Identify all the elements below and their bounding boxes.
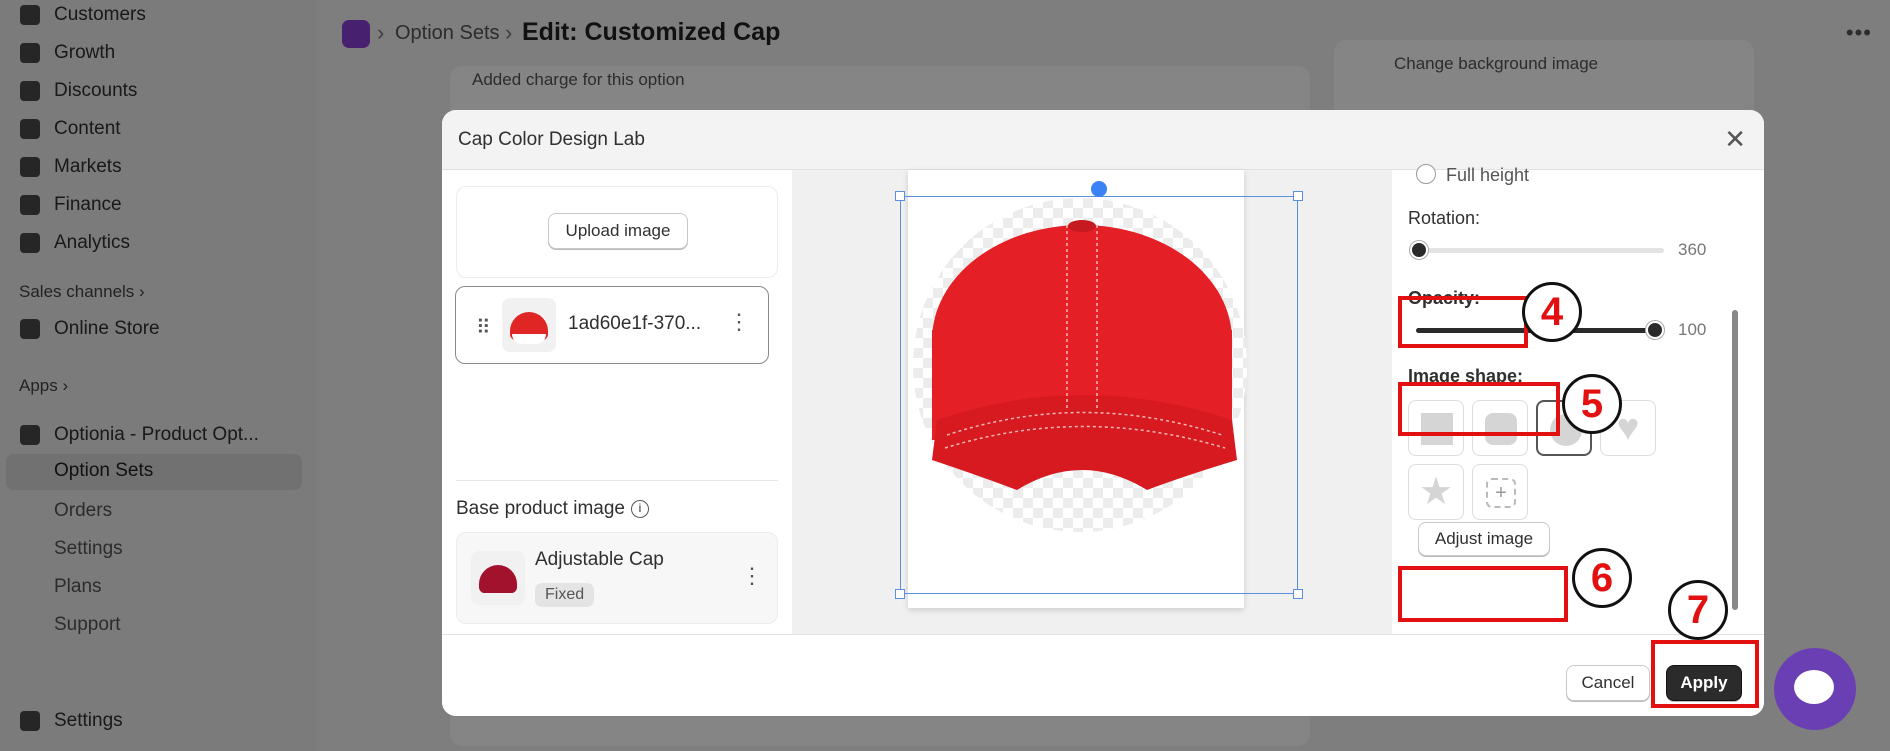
resize-handle[interactable] [895, 589, 905, 599]
opacity-value: 100 [1678, 320, 1707, 339]
annotation-box-shape [1398, 382, 1560, 436]
annotation-number: 6 [1572, 548, 1632, 608]
base-product-heading: Base product image i [456, 498, 649, 520]
drag-handle-icon[interactable]: ⠿ [476, 315, 491, 340]
layer-thumbnail [502, 298, 556, 352]
fixed-badge: Fixed [535, 583, 595, 607]
upload-area: Upload image [456, 186, 778, 278]
modal-title: Cap Color Design Lab [458, 129, 645, 150]
base-product-card[interactable]: Adjustable Cap Fixed ⋮ [456, 532, 778, 624]
chat-bubble-icon[interactable] [1774, 648, 1856, 730]
shape-custom[interactable]: + [1472, 464, 1528, 520]
resize-handle[interactable] [1293, 589, 1303, 599]
resize-handle[interactable] [895, 191, 905, 201]
annotation-box-adjust [1398, 566, 1568, 622]
star-icon: ★ [1418, 471, 1454, 513]
rotation-knob[interactable] [1410, 241, 1428, 259]
base-product-thumbnail [471, 551, 525, 605]
selection-box[interactable] [895, 181, 1303, 599]
annotation-number: 5 [1562, 374, 1622, 434]
info-icon[interactable]: i [631, 499, 649, 518]
upload-image-button[interactable]: Upload image [548, 213, 688, 249]
opacity-knob[interactable] [1646, 321, 1664, 339]
layer-item[interactable]: ⠿ 1ad60e1f-370... ⋮ [455, 286, 769, 364]
base-more-icon[interactable]: ⋮ [741, 563, 763, 589]
shape-star[interactable]: ★ [1408, 464, 1464, 520]
resize-handle[interactable] [1293, 191, 1303, 201]
annotation-number: 7 [1668, 580, 1728, 640]
divider [456, 480, 778, 481]
rotation-label: Rotation: [1408, 208, 1481, 228]
annotation-box-opacity [1398, 296, 1528, 348]
layers-panel: Upload image ⠿ 1ad60e1f-370... ⋮ Base pr… [442, 170, 792, 634]
modal-header: Cap Color Design Lab ✕ [442, 110, 1764, 170]
annotation-number: 4 [1522, 282, 1582, 342]
full-height-label: Full height [1446, 165, 1530, 185]
modal-footer: Cancel Apply [442, 634, 1764, 716]
cancel-button[interactable]: Cancel [1566, 665, 1650, 701]
full-height-radio[interactable] [1416, 164, 1436, 184]
rotation-value: 360 [1678, 240, 1707, 259]
scrollbar[interactable] [1732, 310, 1738, 610]
annotation-box-apply [1651, 640, 1759, 708]
design-canvas[interactable] [792, 170, 1392, 634]
layer-more-icon[interactable]: ⋮ [728, 309, 750, 335]
base-product-name: Adjustable Cap [535, 549, 664, 570]
rotate-handle[interactable] [1091, 181, 1107, 197]
add-shape-icon: + [1486, 478, 1516, 508]
close-icon[interactable]: ✕ [1724, 124, 1746, 155]
layer-name: 1ad60e1f-370... [568, 313, 702, 334]
rotation-track[interactable] [1416, 248, 1664, 253]
adjust-image-button[interactable]: Adjust image [1418, 522, 1550, 556]
